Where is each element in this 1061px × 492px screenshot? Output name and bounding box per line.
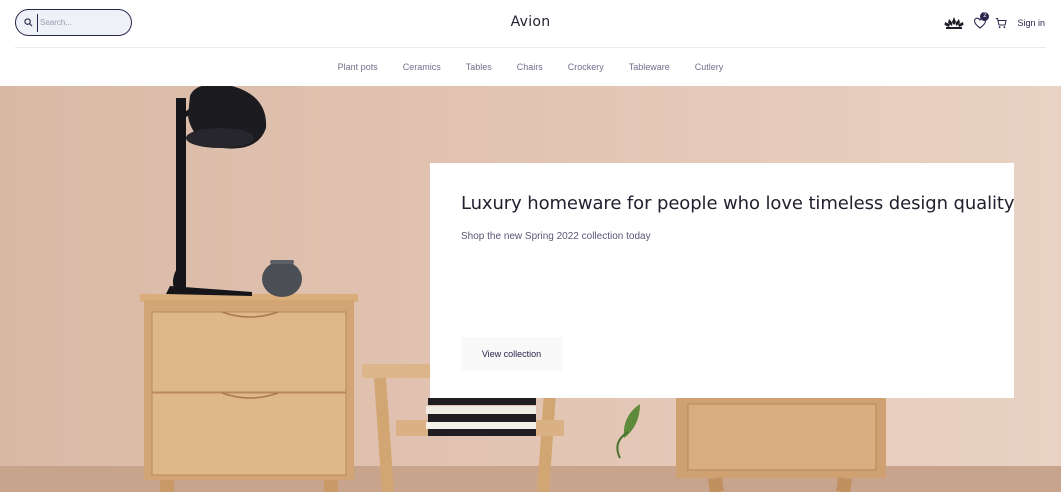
site-header: Avion 2 Sign in Plant pots Ceramics Tabl… xyxy=(0,0,1061,86)
hero-card: Luxury homeware for people who love time… xyxy=(430,163,1015,398)
header-divider xyxy=(15,47,1046,48)
nav-item-cutlery[interactable]: Cutlery xyxy=(682,62,736,72)
nav-item-tables[interactable]: Tables xyxy=(453,62,504,72)
brand-logo[interactable]: Avion xyxy=(0,14,1061,30)
lotus-logo-icon[interactable] xyxy=(943,15,965,31)
hero-headline: Luxury homeware for people who love time… xyxy=(461,193,1015,214)
vase-illustration xyxy=(262,261,302,297)
plant-illustration xyxy=(616,404,640,459)
nav-item-crockery[interactable]: Crockery xyxy=(555,62,616,72)
hero-banner: Luxury homeware for people who love time… xyxy=(0,86,1061,492)
nav-item-ceramics[interactable]: Ceramics xyxy=(390,62,453,72)
cabinet-illustration xyxy=(676,398,886,492)
wishlist-count-badge: 2 xyxy=(980,12,990,21)
header-actions: 2 Sign in xyxy=(943,12,1045,33)
nav-item-tableware[interactable]: Tableware xyxy=(616,62,682,72)
nav-item-plant-pots[interactable]: Plant pots xyxy=(325,62,390,72)
nav-item-chairs[interactable]: Chairs xyxy=(504,62,555,72)
wishlist-button[interactable]: 2 xyxy=(973,12,990,30)
hero-subtext: Shop the new Spring 2022 collection toda… xyxy=(461,231,651,242)
desk-lamp-illustration xyxy=(166,86,267,296)
signin-link[interactable]: Sign in xyxy=(1017,18,1045,28)
nightstand-illustration xyxy=(140,294,358,492)
view-collection-button[interactable]: View collection xyxy=(461,337,562,371)
cart-icon[interactable] xyxy=(995,17,1008,29)
category-nav: Plant pots Ceramics Tables Chairs Crocke… xyxy=(0,62,1061,72)
